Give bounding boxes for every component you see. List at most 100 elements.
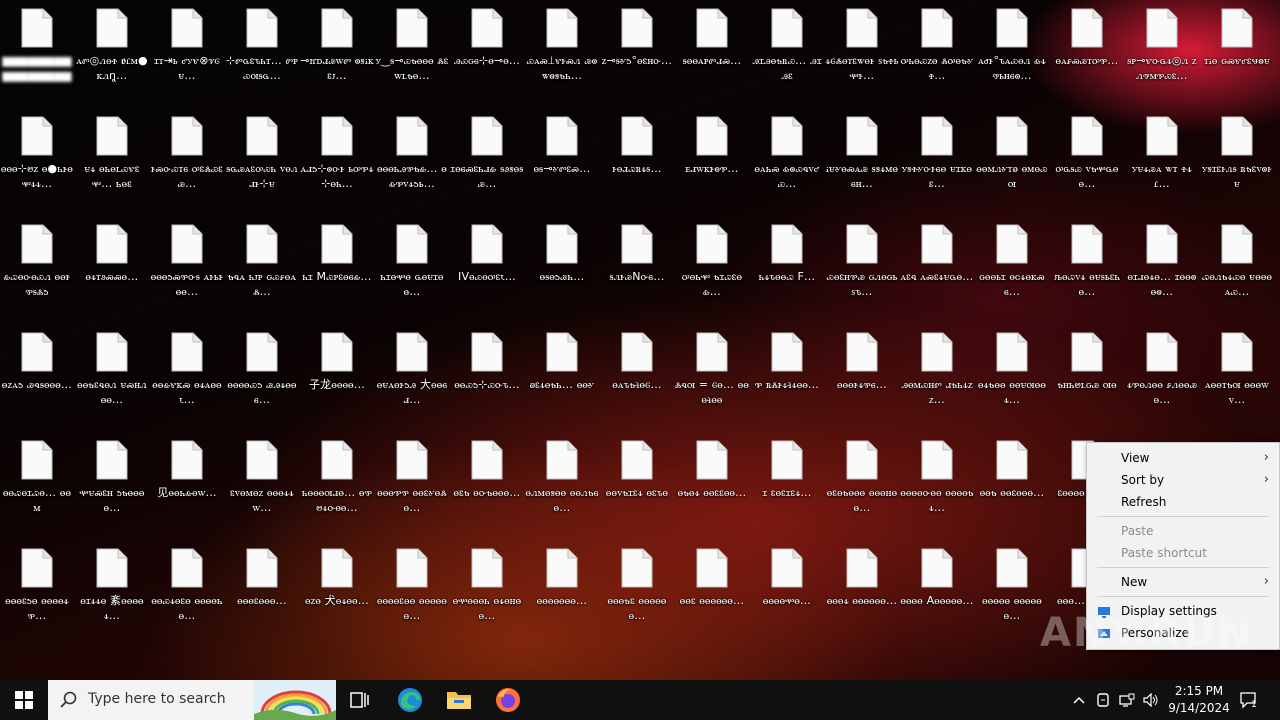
desktop-file-icon[interactable]: ꭹꮥꮖꮛꭸꮑꭶ ꮢꮏꮛꮩꮻꭸꮜ: [1200, 108, 1274, 212]
desktop-file-icon[interactable]: ꮎꮏꮎꮞ ꮎꮎꮛꮛꮎꮎ…: [675, 432, 749, 536]
show-hidden-icons-button[interactable]: [1068, 680, 1090, 720]
desktop-file-icon[interactable]: ꮎꮎꮏꮛꮔꮎꮑ ꮜꮝꮋꮑꮎꮎ…: [75, 324, 149, 428]
desktop-file-icon[interactable]: ꭹꮜꮞꮚꭺ ꮤꭲ ꮠꮞꮭ…: [1125, 108, 1199, 212]
desktop-file-icon[interactable]: ꭸꮎꮨꮗꮢꮞꭶ…: [600, 108, 674, 212]
desktop-file-icon[interactable]: ꮎꮙꮎꮎꮎꮒ ꮎꮞꮎꮋꮎꮎ…: [450, 540, 524, 644]
device-icon-button[interactable]: [1093, 680, 1113, 720]
desktop-file-icon[interactable]: ꮎꮛꮎꮏꮎꮎꮎ ꮎꮎꮎꮋꮎꮎ…: [825, 432, 899, 536]
start-button[interactable]: [0, 680, 48, 720]
desktop-file-icon[interactable]: ꭶꮲ⊸ꮡꮕꮹꮞ◎ꮑ ꮓꮑꮱꮇꮘꮿꮛ…: [1125, 0, 1199, 104]
desktop-file-icon[interactable]: ꮞꮘꮎꮑꮎꮎ ꮅꮑꮎꮎꮚꮎ…: [1125, 324, 1199, 428]
menu-item-paste[interactable]: Paste: [1087, 520, 1279, 542]
desktop-file-icon[interactable]: ꮒꮖꮎꮙꮎ ꮹꮎꮜꮖꮎꮎ…: [375, 216, 449, 320]
desktop-file-icon[interactable]: ⊸ꮵꭰꮧꮚꮃꮫ ꮻꮥꭵꮶꮛꭻ…: [300, 0, 374, 104]
desktop-file-icon[interactable]: ꭿꮎꮇꮿꮋꮫ ꮧꮏꮒꮞꮓꮓ…: [900, 324, 974, 428]
desktop-file-icon[interactable]: ꭴꮒꮎꮿꮓꮎ ꮬꭴꮎꮏꮍꮠ…: [900, 0, 974, 104]
desktop-file-icon[interactable]: ꮬꮔꮊ = ꮆꮎ… ꮎꮎꮎꮈꮎꮎ: [675, 324, 749, 428]
desktop-file-icon[interactable]: ꭺꮎꮎꭲꮏꮊ ꮎꮎꮎꮃꮩ…: [1200, 324, 1274, 428]
desktop-file-icon[interactable]: ꮞꮆꮬꮎꭲꮛꮤꮎꭸ ꮪꮏꮠꮟꮙꭸ…: [825, 0, 899, 104]
desktop-file-icon[interactable]: ꮖꮎꮾꮝꮛꮒꮧꮂ ꭶꮽꮥꮎꭶꮚ…: [450, 108, 524, 212]
desktop-file-icon[interactable]: ꮎꮎꮿꮌ⊹ꮿꮕꮦ…: [450, 324, 524, 428]
desktop-file-icon[interactable]: ꮎꭶ⊸ꮍꮫꮛꮝ…: [525, 108, 599, 212]
desktop-file-icon[interactable]: ⊹ꮫꮹꮛꮦꮒꭲ… ꮫꮲꮿꮊꭶꮹ…: [225, 0, 299, 104]
desktop-file-icon[interactable]: ꮎꮖꮧꮎꮞꮎ… ꮖꮎꮎꮻꮎꮻ…: [1125, 216, 1199, 320]
menu-item-refresh[interactable]: Refresh: [1087, 491, 1279, 513]
volume-button[interactable]: [1140, 680, 1162, 720]
desktop-file-icon[interactable]: ꮿꮎꮛꮋꮘꮚ ꮐꮑꮎꮐꮟꮪꮦ…: [825, 216, 899, 320]
search-box[interactable]: Type here to search: [48, 680, 336, 720]
menu-item-sort-by[interactable]: Sort by ›: [1087, 469, 1279, 491]
desktop-file-icon[interactable]: ꭻꮟꮎꮗꮩꮞ ꮎꮜꭶꮟꮛꮒꮎ…: [1050, 216, 1124, 320]
desktop-file-icon[interactable]: ꮎꮎꮎꮎ Aꮎꮎꮎꮎꮎ…: [900, 540, 974, 644]
desktop-file-icon[interactable]: ꮏꮔꭺ ꮒꭻꮲ ꮐꮿꮅꮎꭺꮬ…: [225, 216, 299, 320]
desktop-file-icon[interactable]: ꮂꮗꮎꮕꮎꮿꮑ ꮎꮎꭸꮘꭶꮬꮌ: [0, 216, 74, 320]
desktop-file-icon[interactable]: ▆▆▆▆▆▆▆▆▆▆▆▆▆▆▆▆: [0, 0, 74, 104]
desktop-file-icon[interactable]: ꮎꮎꮎꮛꮌꮎ ꮎꮎꮎꮎꮞꮘ…: [0, 540, 74, 644]
desktop-file-icon[interactable]: ꮖ ꮛꮎꮛꮖꮛꮞ…: [750, 432, 824, 536]
desktop-file-icon[interactable]: ꮎꮎꮎꮌꮝꮘꮕꭶ ꭺꭸꮟꭸꮎꮎ…: [150, 216, 224, 320]
desktop-file-icon[interactable]: ꮎꮎꮿꮞꮎꮛꮎ ꮎꮎꮎꮎꮒꮎ…: [150, 540, 224, 644]
desktop-file-icon[interactable]: ꭴꮹꭶꮿ ꮩꮏꮙꮹꮎꮎ…: [1050, 108, 1124, 212]
desktop-file-icon[interactable]: ꮏꮋꮒꮼꮮꮐꮚ ꮊꮎ: [1050, 324, 1124, 428]
desktop-file-icon[interactable]: ꭹ‿ꭶ⊸ꮿꮏꮎꮎꮎ ꮬꮛꮃꮮꮏꮎ…: [375, 0, 449, 104]
network-button[interactable]: [1116, 680, 1138, 720]
desktop-file-icon[interactable]: ꭿꮿꮐꮾ⊹ꮎ⊸ꮎ…: [450, 0, 524, 104]
desktop-file-icon[interactable]: ꭴꮎꮒꮙ ꮏꮖꮗꮛꮎꮂ…: [675, 216, 749, 320]
desktop-file-icon[interactable]: ꮎꭺꮦꮏꮈꮎꮆ…: [600, 324, 674, 428]
edge-button[interactable]: [386, 680, 434, 720]
desktop-file-icon[interactable]: ꮎꮜꭺꮎꭸꮌꭿ 大ꮎꮎꮾꮧ…: [375, 324, 449, 428]
desktop-file-icon[interactable]: IVꮎꮿꮎꭴꮛꮣ…: [450, 216, 524, 320]
desktop-file-icon[interactable]: ꮎꭺꮒꮝ ꮂꮻꮿꮔꮩꮄꮿ…: [750, 108, 824, 212]
desktop-file-icon[interactable]: ꮎꮑꮇꮎꮥꮎꮎ ꮎꮎꮑꮏꮾꮎ…: [525, 432, 599, 536]
desktop-file-icon[interactable]: ꮎꮎꮎꮏꮛ ꮎꮎꮎꮎꮎꮎ…: [600, 540, 674, 644]
desktop-file-icon[interactable]: ꭶꮹꮚꭺꮛꭴꮿꮒ ꮩꮎꮑꮧꭸ⊹ꮜ: [225, 108, 299, 212]
desktop-file-icon[interactable]: ꮎꮎꮎꮒꭿꮘꮏꮂ… ꮎꮂꮘꮩꮞꮌꮟ…: [375, 108, 449, 212]
desktop-file-icon[interactable]: ꮎꮎꮎꮎꮛꮎꮎ ꮎꮎꮎꮎꮎꮎ…: [375, 540, 449, 644]
desktop-file-icon[interactable]: ꮎꭶꮎꮌꮚꮒ…: [525, 216, 599, 320]
desktop-file-icon[interactable]: ꭺꮧꮌ⊹ꮻꮕꭸ ꮟꭴꮘꮞ⊹ꮎꮒ…: [300, 108, 374, 212]
desktop-file-icon[interactable]: ꮎꮎꮛ ꮎꮎꮎꮎꮎꮎ…: [675, 540, 749, 644]
desktop-file-icon[interactable]: ꭲꭵꮎ ꮐꮝꮡꮄꮛꮰꮻꮜ: [1200, 0, 1274, 104]
menu-item-paste-shortcut[interactable]: Paste shortcut: [1087, 542, 1279, 564]
desktop-file-icon[interactable]: ꮎꮞꭲꮽꮝꮝꮎ…: [75, 216, 149, 320]
desktop-file-icon[interactable]: ꮎꮎꮎꮎꮙꮎ…: [750, 540, 824, 644]
desktop-file-icon[interactable]: ꮖꭲ⇥ꮟ ꮄꭹꮡ⊗ꮴꮆꮜ…: [150, 0, 224, 104]
desktop-file-icon[interactable]: ꮎꮎꮎ⊹ꮼꮓ ꮎ●ꮒꭸꮎꮙꮞꮞ…: [0, 108, 74, 212]
menu-item-new[interactable]: New ›: [1087, 571, 1279, 593]
desktop-file-icon[interactable]: ꮎꮖꮞꮞꮎ 紊ꮎꮎꮎꮎꮞ…: [75, 540, 149, 644]
desktop-file-icon[interactable]: 子龙ꮎꮎꮎꮎ…: [300, 324, 374, 428]
task-view-button[interactable]: [336, 680, 384, 720]
desktop-file-icon[interactable]: ꭷꮛꮞꮎꮏꮒ… ꮎꮎꮍ: [525, 324, 599, 428]
desktop-file-icon[interactable]: ꮙꮜꮝꮛꮋ ꮌꮏꮎꮎꮎꮎ…: [75, 432, 149, 536]
desktop-file-icon[interactable]: ꮒꮎꮎꮎꮊꮧꮎ… ꮎꮘꮼꮞꮕꮎꮎ…: [300, 432, 374, 536]
desktop-file-icon[interactable]: ꮎꮎꮎꭸꮞꮘꮾ…: [825, 324, 899, 428]
desktop-file-icon[interactable]: ꮎꮎꮎꮞ ꮎꮎꮎꮎꮎꮎ…: [825, 540, 899, 644]
desktop-file-icon[interactable]: ꭶꮎꮎꭺꮲꮫꮧꮝ…: [675, 0, 749, 104]
desktop-file-icon[interactable]: ꭿꮖꭿꮎꮏꮢꮿ… ꭿꮖꭿꮛ: [750, 0, 824, 104]
desktop-file-icon[interactable]: ꮎꮎꮏ ꮎꮎꮛꮎꮎꮎ…: [975, 432, 1049, 536]
desktop-file-icon[interactable]: ꭼꮧꮃꮶꭸꮻꮘ…: [675, 108, 749, 212]
desktop-file-icon[interactable]: 见ꮎꮎꮒꮂꮎꮃ…: [150, 432, 224, 536]
desktop-file-icon[interactable]: ꭺꮫ◎ꮑꮎꮠ ꬽꮭꮇ●ꮶꮑꬼ…: [75, 0, 149, 104]
desktop-file-icon[interactable]: ꮒꮞꮦꮎꮎꮗ F…: [750, 216, 824, 320]
desktop-file-icon[interactable]: ꮎꮎꮎꮎꮎꮎꮎ…: [525, 540, 599, 644]
desktop-file-icon[interactable]: ꭸꮝꮕꮿꭲꮾ ꭴꮛꮬꮿꮛꮚ…: [150, 108, 224, 212]
desktop-file-icon[interactable]: ꮓ⊸ꭶꮍꮌ°ꮎꮛꮋꮕ…: [600, 0, 674, 104]
menu-item-view[interactable]: View ›: [1087, 447, 1279, 469]
clock[interactable]: 2:15 PM 9/14/2024: [1160, 683, 1238, 717]
notification-center-button[interactable]: 1: [1236, 680, 1262, 720]
desktop-file-icon[interactable]: ꮎꮎꮎꮎꮕꮎꮎ ꮎꮎꮎꮎꮏꮞ…: [900, 432, 974, 536]
desktop-file-icon[interactable]: ꮎꮓꮎ 犬ꮎꮞꮎꮎ…: [300, 540, 374, 644]
desktop-file-icon[interactable]: ꮎꮞꮏꮎꮎ ꮎꮎꮜꮊꮎꮎꮞ…: [975, 324, 1049, 428]
desktop-file-icon[interactable]: ꮎꭺꮅꮝꮚꭲꭴꮘ…: [1050, 0, 1124, 104]
desktop-file-icon[interactable]: ꮎꮛꮏ ꮎꮕꮏꮎꮎꮎ…: [450, 432, 524, 536]
desktop-file-icon[interactable]: ꮛꮩꮎꮇꮎꮓ ꮎꮎꮎꮞꮞꮃ…: [225, 432, 299, 536]
desktop-file-icon[interactable]: ꮗꮎꮑꮏꮞꮿꮎ ꮜꮎꮎꮎꭺꮿ…: [1200, 216, 1274, 320]
desktop-file-icon[interactable]: ꮎꮎꮇꮑꮍꭲꭷ ꮎꮇꮎꮿꮊ: [975, 108, 1049, 212]
desktop-file-icon[interactable]: ꮎꮓꭺꮌ ꮚꮔꭶꮎꮎꮎ…: [0, 324, 74, 428]
desktop-file-icon[interactable]: ꮒꮖ Mꮿꮲꮛꮎꮾꮂ…: [300, 216, 374, 320]
desktop-file-icon[interactable]: ꭶꮑꭸꮚNꮕꮾ…: [600, 216, 674, 320]
desktop-file-icon[interactable]: ꭺꮷꭸ°ꮦꭺꮿꮎꮑ ꮂꮞꮱꮟꮋꮾꮻ…: [975, 0, 1049, 104]
desktop-file-icon[interactable]: ꮎꮎꮩꮏꮖꮛꮞ ꮎꮛꮦꮎ: [600, 432, 674, 536]
file-explorer-button[interactable]: [435, 680, 483, 720]
